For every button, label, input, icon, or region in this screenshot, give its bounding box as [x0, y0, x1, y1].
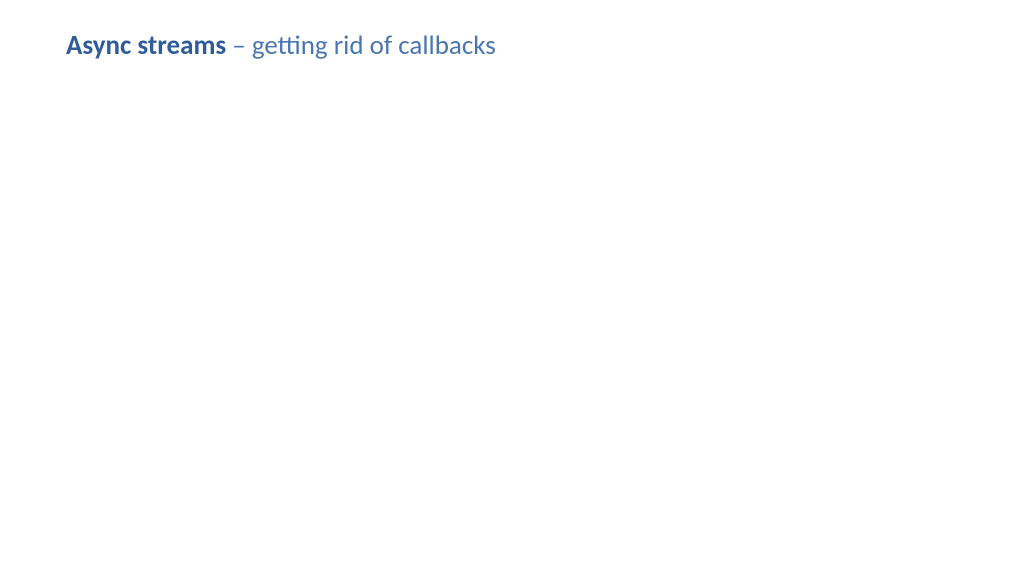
slide-title-rest: – getting rid of callbacks — [226, 29, 496, 62]
slide-title-bold: Async streams — [66, 29, 226, 62]
slide: Async streams – getting rid of callbacks — [0, 0, 1024, 576]
slide-title: Async streams – getting rid of callbacks — [66, 28, 958, 63]
